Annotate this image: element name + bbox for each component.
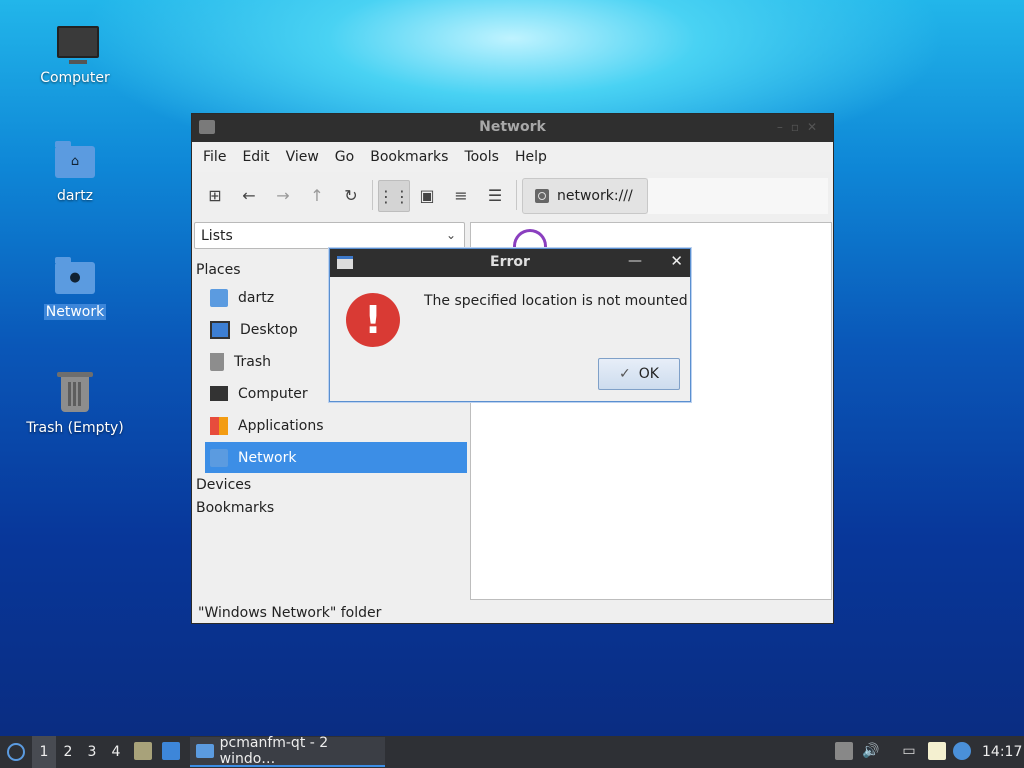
- volume-icon[interactable]: 🔊: [862, 742, 880, 760]
- menu-file[interactable]: File: [195, 149, 234, 165]
- network-icon: [535, 189, 549, 203]
- clock[interactable]: 14:17: [982, 736, 1022, 768]
- path-label: network:///: [557, 188, 633, 204]
- new-tab-icon[interactable]: ⊞: [200, 180, 230, 210]
- place-label: Network: [238, 449, 297, 466]
- workspace-1[interactable]: 1: [32, 736, 56, 768]
- path-bar-empty[interactable]: [648, 178, 828, 214]
- menu-tools[interactable]: Tools: [456, 149, 507, 165]
- network-item-icon[interactable]: [513, 229, 547, 249]
- place-label: Desktop: [240, 321, 298, 338]
- lubuntu-logo-icon: [7, 743, 25, 761]
- trash-icon: [210, 352, 224, 371]
- taskbar-window-label: pcmanfm-qt - 2 windo…: [219, 735, 329, 767]
- reload-icon[interactable]: ↻: [336, 180, 366, 210]
- workspace-4[interactable]: 4: [104, 736, 128, 768]
- show-desktop-icon[interactable]: [162, 742, 180, 760]
- computer-icon: [210, 386, 228, 401]
- file-manager-launcher-icon[interactable]: [134, 742, 152, 760]
- desktop-icon-label: Computer: [40, 70, 110, 86]
- desktop-icon-trash[interactable]: Trash (Empty): [20, 372, 130, 436]
- place-network[interactable]: Network: [205, 442, 467, 473]
- minimize-icon[interactable]: —: [628, 253, 642, 269]
- workspace-3[interactable]: 3: [80, 736, 104, 768]
- ok-button-label: OK: [638, 366, 659, 382]
- computer-icon: [53, 22, 99, 66]
- side-pane-mode-select[interactable]: Lists ⌄: [194, 222, 465, 249]
- desktop-icon-label: Network: [43, 304, 107, 320]
- thumbnail-view-icon[interactable]: ▣: [412, 180, 442, 210]
- place-label: Computer: [238, 385, 308, 402]
- start-menu-button[interactable]: [6, 736, 26, 768]
- network-status-icon[interactable]: ▭: [900, 742, 918, 760]
- menubar: File Edit View Go Bookmarks Tools Help: [192, 142, 833, 172]
- window-title: Network: [479, 119, 546, 135]
- place-label: Trash: [234, 353, 271, 370]
- desktop-icon-label: dartz: [56, 188, 94, 204]
- status-bar: "Windows Network" folder: [198, 605, 382, 621]
- taskbar-window-pcmanfm[interactable]: pcmanfm-qt - 2 windo…: [190, 735, 385, 767]
- back-icon[interactable]: ←: [234, 180, 264, 210]
- chevron-down-icon: ⌄: [445, 228, 456, 242]
- error-dialog: Error — ✕ ! The specified location is no…: [329, 248, 691, 402]
- desktop-icon-computer[interactable]: Computer: [20, 22, 130, 86]
- clipboard-icon[interactable]: [928, 742, 946, 760]
- desktop-icon-network[interactable]: ● Network: [20, 256, 130, 320]
- home-folder-icon: [210, 288, 228, 307]
- checkmark-icon: ✓: [619, 366, 631, 382]
- folder-icon: [196, 744, 214, 758]
- place-applications[interactable]: Applications: [205, 410, 467, 441]
- workspace-2[interactable]: 2: [56, 736, 80, 768]
- trash-icon: [53, 372, 97, 416]
- home-folder-icon: ⌂: [53, 140, 97, 184]
- icon-view-icon[interactable]: ⋮⋮: [378, 180, 410, 212]
- desktop-icon-label: Trash (Empty): [26, 420, 124, 436]
- ok-button[interactable]: ✓ OK: [598, 358, 680, 390]
- dialog-titlebar[interactable]: Error — ✕: [330, 249, 690, 277]
- tray-up-icon[interactable]: [835, 742, 853, 760]
- network-icon: [210, 448, 228, 467]
- compact-view-icon[interactable]: ≡: [446, 180, 476, 210]
- close-icon[interactable]: ✕: [670, 252, 683, 270]
- menu-bookmarks[interactable]: Bookmarks: [362, 149, 456, 165]
- detailed-list-view-icon[interactable]: ☰: [480, 180, 510, 210]
- applications-icon: [210, 416, 228, 435]
- section-bookmarks[interactable]: Bookmarks: [196, 500, 274, 516]
- desktop-icon-dartz[interactable]: ⌂ dartz: [20, 140, 130, 204]
- up-icon[interactable]: ↑: [302, 180, 332, 210]
- error-icon: !: [346, 293, 400, 347]
- forward-icon[interactable]: →: [268, 180, 298, 210]
- section-places[interactable]: Places: [196, 262, 241, 278]
- place-label: dartz: [238, 289, 275, 306]
- menu-edit[interactable]: Edit: [234, 149, 277, 165]
- taskbar: 1 2 3 4 pcmanfm-qt - 2 windo… 🔊 ▭ 14:17: [0, 735, 1024, 768]
- section-devices[interactable]: Devices: [196, 477, 251, 493]
- path-button-network[interactable]: network:///: [522, 178, 648, 214]
- window-titlebar[interactable]: Network –▫✕: [192, 114, 833, 142]
- menu-view[interactable]: View: [278, 149, 327, 165]
- dialog-message: The specified location is not mounted: [424, 293, 688, 309]
- menu-help[interactable]: Help: [507, 149, 555, 165]
- side-pane-mode-value: Lists: [201, 227, 233, 244]
- place-label: Applications: [238, 417, 324, 434]
- menu-go[interactable]: Go: [327, 149, 362, 165]
- desktop-icon: [210, 320, 230, 339]
- update-notifier-icon[interactable]: [953, 742, 971, 760]
- toolbar: ⊞ ← → ↑ ↻ ⋮⋮ ▣ ≡ ☰ network:///: [192, 172, 833, 216]
- window-controls[interactable]: –▫✕: [777, 120, 825, 134]
- network-folder-icon: ●: [53, 256, 97, 300]
